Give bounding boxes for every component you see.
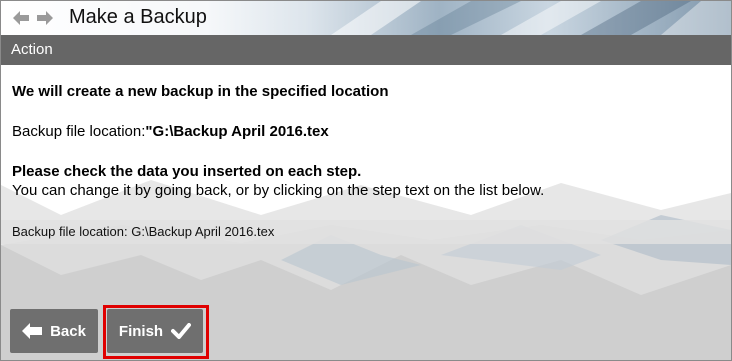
backup-location-label: Backup file location: [12,123,146,140]
section-label: Action [11,41,53,58]
backup-location-line: Backup file location:"G:\Backup April 20… [12,123,329,140]
title-bar: Make a Backup [1,1,731,35]
nav-back-arrow-icon[interactable] [13,11,29,25]
back-button-label: Back [50,322,86,340]
finish-button-label: Finish [118,322,164,340]
arrow-left-icon [22,323,43,339]
step-summary-text: Backup file location: G:\Backup April 20… [12,224,275,239]
intro-text: We will create a new backup in the speci… [12,83,389,100]
backup-location-value: "G:\Backup April 2016.tex [145,123,329,140]
step-summary-item[interactable]: Backup file location: G:\Backup April 20… [1,220,731,244]
check-heading: Please check the data you inserted on ea… [12,163,362,180]
backup-wizard-window: Make a Backup Action We will create a ne… [0,0,732,361]
finish-button[interactable]: Finish [107,309,203,353]
section-header: Action [1,35,731,65]
window-title: Make a Backup [69,6,207,28]
check-detail: You can change it by going back, or by c… [12,182,545,199]
content-area: We will create a new backup in the speci… [1,65,731,360]
back-button[interactable]: Back [10,309,98,353]
nav-forward-arrow-icon[interactable] [37,11,53,25]
checkmark-icon [171,323,192,339]
